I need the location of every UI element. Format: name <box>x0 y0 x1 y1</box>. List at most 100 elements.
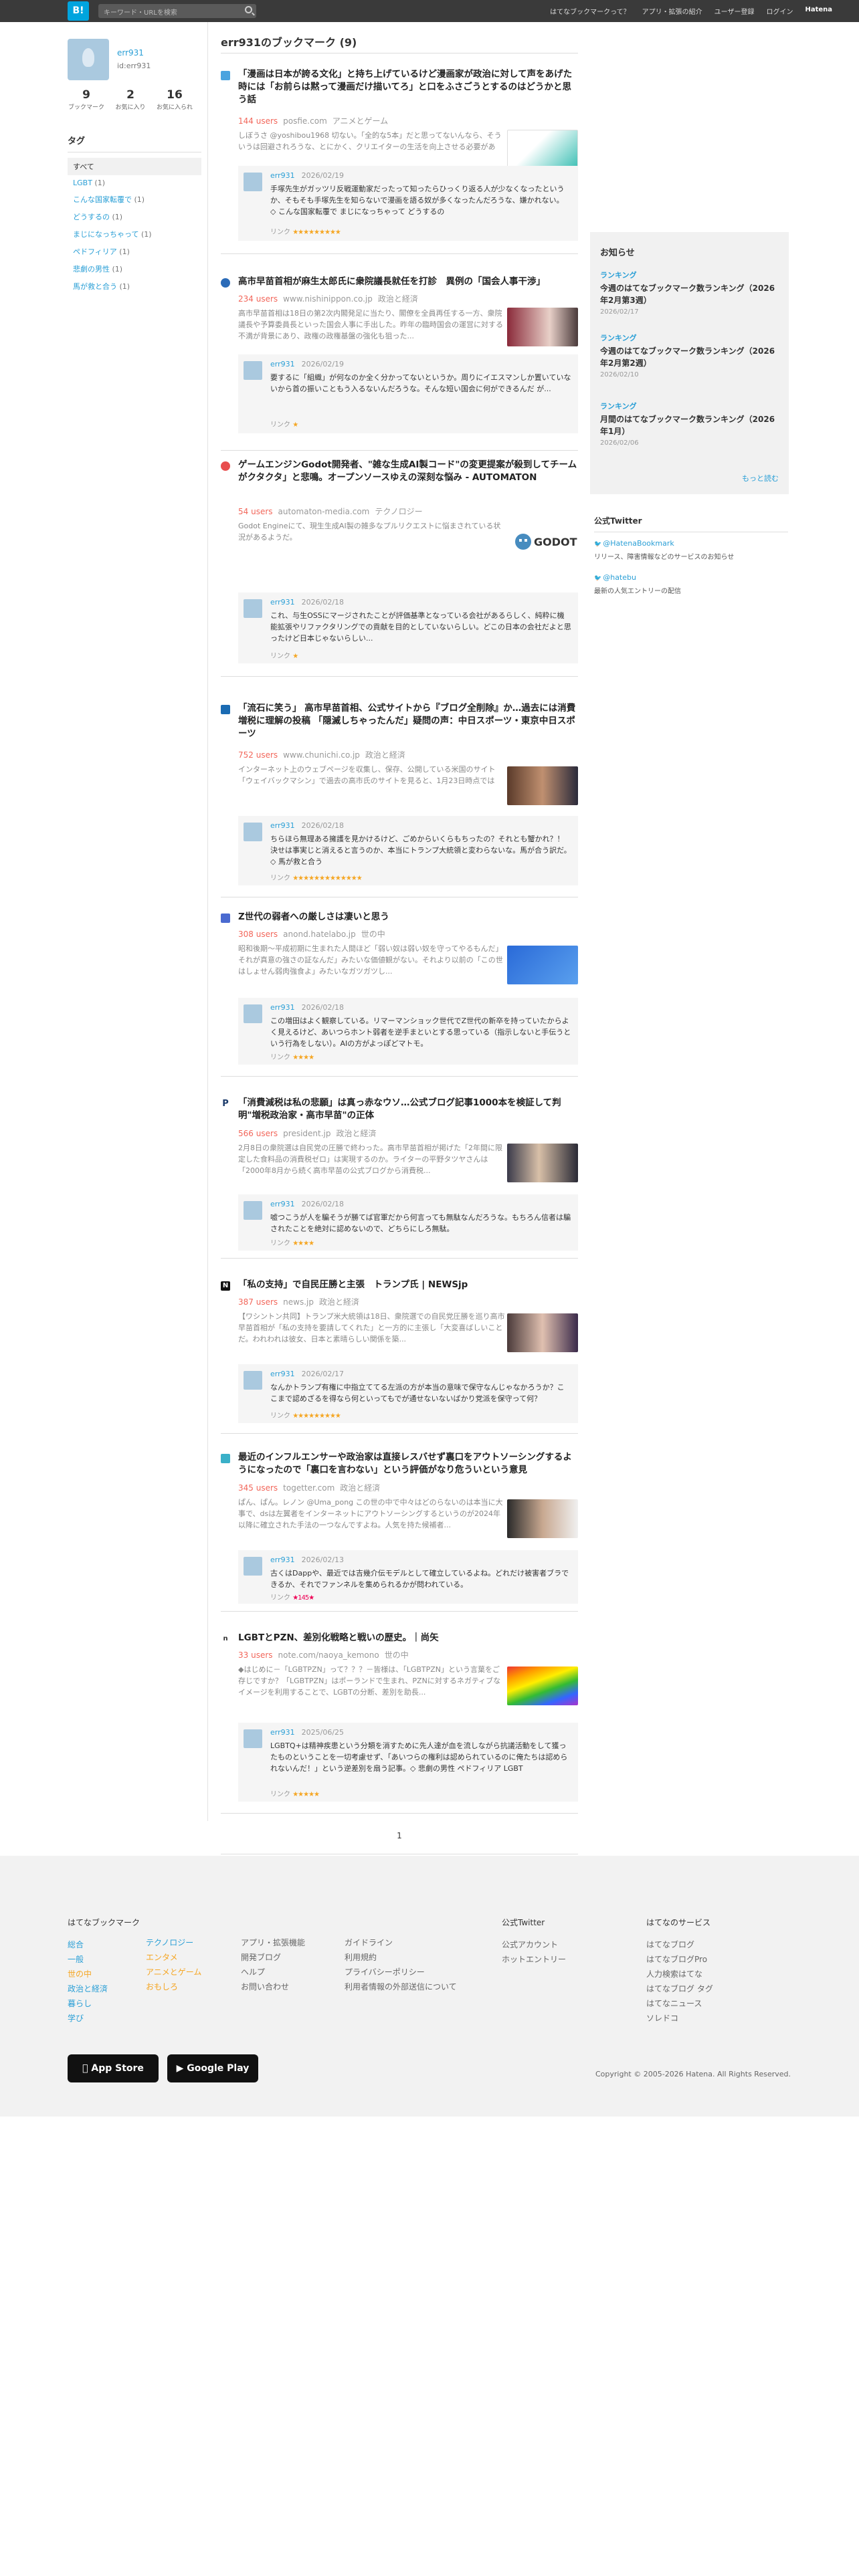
nav-about[interactable]: はてなブックマークって？ <box>550 6 630 16</box>
stat-bookmarks[interactable]: 9 ブックマーク <box>68 88 105 111</box>
entry-category[interactable]: 政治と経済 <box>365 750 405 760</box>
entry-users[interactable]: 752 users <box>238 750 278 760</box>
avatar[interactable] <box>68 39 109 80</box>
entry-users[interactable]: 566 users <box>238 1129 278 1138</box>
entry-title[interactable]: LGBTとPZN、差別化戦略と戦いの歴史。｜尚矢 <box>238 1632 578 1644</box>
entry-category[interactable]: 政治と経済 <box>340 1483 380 1493</box>
user-name[interactable]: err931 <box>117 48 144 58</box>
footer-link[interactable]: はてなブログPro <box>646 1952 713 1967</box>
star-rating[interactable]: ★ <box>292 653 298 660</box>
entry-thumbnail[interactable] <box>507 766 578 805</box>
footer-link[interactable]: テクノロジー <box>146 1935 201 1950</box>
nav-apps[interactable]: アプリ・拡張の紹介 <box>642 6 702 16</box>
entry-category[interactable]: 世の中 <box>385 1650 409 1660</box>
footer-link[interactable]: エンタメ <box>146 1950 201 1965</box>
entry-thumbnail[interactable]: GODOT <box>514 526 578 558</box>
page-number[interactable]: 1 <box>397 1831 402 1840</box>
star-rating[interactable]: ★★★★ <box>292 1054 314 1061</box>
search-input[interactable]: キーワード・URLを検索 <box>98 4 256 18</box>
entry-domain[interactable]: anond.hatelabo.jp <box>283 930 356 939</box>
comment-avatar[interactable] <box>244 1557 262 1576</box>
news-title[interactable]: 今週のはてなブックマーク数ランキング（2026年2月第2週） <box>600 345 781 369</box>
footer-link[interactable]: ホットエントリー <box>502 1952 566 1967</box>
google-play-button[interactable]: ▶ Google Play <box>167 2054 258 2082</box>
footer-link[interactable]: おもしろ <box>146 1979 201 1994</box>
footer-link[interactable]: 世の中 <box>68 1967 140 1981</box>
entry-category[interactable]: 世の中 <box>361 930 385 939</box>
comment-link[interactable]: リンク <box>270 875 290 882</box>
footer-link[interactable]: アプリ・拡張機能 <box>241 1935 305 1950</box>
star-rating[interactable]: ★ <box>292 421 298 429</box>
entry-thumbnail[interactable] <box>507 1667 578 1705</box>
entry-category[interactable]: アニメとゲーム <box>332 116 388 126</box>
footer-link[interactable]: 一般 <box>68 1952 140 1967</box>
footer-link[interactable]: はてなブログ <box>646 1937 713 1952</box>
entry-thumbnail[interactable] <box>507 130 578 169</box>
footer-link[interactable]: ソレドコ <box>646 2011 713 2026</box>
entry-domain[interactable]: news.jp <box>283 1297 314 1307</box>
entry-title[interactable]: 「私の支持」で自民圧勝と主張 トランプ氏 | NEWSjp <box>238 1279 578 1291</box>
star-rating[interactable]: ★145★ <box>292 1594 314 1602</box>
twitter-account-link[interactable]: @hatebu <box>594 573 788 582</box>
entry-users[interactable]: 33 users <box>238 1650 273 1660</box>
footer-link[interactable]: 総合 <box>68 1937 140 1952</box>
footer-link[interactable]: 公式アカウント <box>502 1937 566 1952</box>
entry-users[interactable]: 54 users <box>238 507 273 516</box>
entry-category[interactable]: 政治と経済 <box>337 1129 377 1138</box>
entry-domain[interactable]: togetter.com <box>283 1483 335 1493</box>
entry-domain[interactable]: posfie.com <box>283 116 327 126</box>
entry-users[interactable]: 387 users <box>238 1297 278 1307</box>
footer-link[interactable]: はてなニュース <box>646 1996 713 2011</box>
comment-avatar[interactable] <box>244 599 262 618</box>
comment-avatar[interactable] <box>244 823 262 841</box>
comment-avatar[interactable] <box>244 1201 262 1220</box>
stat-followers[interactable]: 16 お気に入られ <box>156 88 193 111</box>
star-rating[interactable]: ★★★★★★★★★ <box>292 1412 341 1420</box>
news-item[interactable]: ランキング 今週のはてなブックマーク数ランキング（2026年2月第2週） 202… <box>600 332 781 379</box>
entry-thumbnail[interactable] <box>507 1313 578 1352</box>
news-item[interactable]: ランキング 今週のはてなブックマーク数ランキング（2026年2月第3週） 202… <box>600 270 781 316</box>
entry-users[interactable]: 144 users <box>238 116 278 126</box>
tag-item[interactable]: 馬が救と合う (1) <box>68 278 201 295</box>
entry-users[interactable]: 308 users <box>238 930 278 939</box>
nav-register[interactable]: ユーザー登録 <box>714 6 755 16</box>
star-rating[interactable]: ★★★★★ <box>292 1791 320 1798</box>
news-title[interactable]: 今週のはてなブックマーク数ランキング（2026年2月第3週） <box>600 282 781 306</box>
tag-all[interactable]: すべて <box>68 158 201 175</box>
search-icon[interactable] <box>245 6 252 13</box>
twitter-account-link[interactable]: @HatenaBookmark <box>594 539 788 548</box>
stat-favorites[interactable]: 2 お気に入り <box>112 88 149 111</box>
tag-item[interactable]: こんな国家転覆で (1) <box>68 191 201 208</box>
entry-users[interactable]: 234 users <box>238 294 278 304</box>
star-rating[interactable]: ★★★★ <box>292 1240 314 1247</box>
comment-avatar[interactable] <box>244 1004 262 1023</box>
tag-item[interactable]: LGBT (1) <box>68 175 201 191</box>
comment-link[interactable]: リンク <box>270 229 290 236</box>
entry-domain[interactable]: automaton-media.com <box>278 507 370 516</box>
nav-login[interactable]: ログイン <box>766 6 793 16</box>
comment-link[interactable]: リンク <box>270 1791 290 1798</box>
entry-title[interactable]: Z世代の弱者への厳しさは凄いと思う <box>238 911 578 924</box>
comment-avatar[interactable] <box>244 173 262 191</box>
entry-title[interactable]: 「消費減税は私の悲願」は真っ赤なウソ…公式ブログ記事1000本を検証して判明"増… <box>238 1097 578 1122</box>
entry-users[interactable]: 345 users <box>238 1483 278 1493</box>
comment-link[interactable]: リンク <box>270 653 290 660</box>
tag-item[interactable]: 悲劇の男性 (1) <box>68 260 201 278</box>
entry-domain[interactable]: president.jp <box>283 1129 330 1138</box>
entry-title[interactable]: 「漫画は日本が誇る文化」と持ち上げているけど漫画家が政治に対して声をあげた時には… <box>238 68 578 106</box>
footer-link[interactable]: プライバシーポリシー <box>345 1965 457 1979</box>
entry-domain[interactable]: www.nishinippon.co.jp <box>283 294 373 304</box>
entry-category[interactable]: テクノロジー <box>375 507 422 516</box>
entry-thumbnail[interactable] <box>507 308 578 346</box>
tag-item[interactable]: まじになっちゃって (1) <box>68 225 201 243</box>
entry-thumbnail[interactable] <box>507 1144 578 1182</box>
entry-domain[interactable]: www.chunichi.co.jp <box>283 750 360 760</box>
entry-title[interactable]: 高市早苗首相が麻生太郎氏に衆院議長就任を打診 異例の「国会人事干渉」 <box>238 276 578 288</box>
entry-category[interactable]: 政治と経済 <box>319 1297 359 1307</box>
comment-avatar[interactable] <box>244 1371 262 1390</box>
hatena-brand-link[interactable]: Hatena <box>805 6 832 16</box>
footer-link[interactable]: 利用者情報の外部送信について <box>345 1979 457 1994</box>
footer-link[interactable]: 人力検索はてな <box>646 1967 713 1981</box>
footer-link[interactable]: 開発ブログ <box>241 1950 305 1965</box>
entry-title[interactable]: 最近のインフルエンサーや政治家は直接レスバせず裏口をアウトソーシングするようにな… <box>238 1451 578 1477</box>
